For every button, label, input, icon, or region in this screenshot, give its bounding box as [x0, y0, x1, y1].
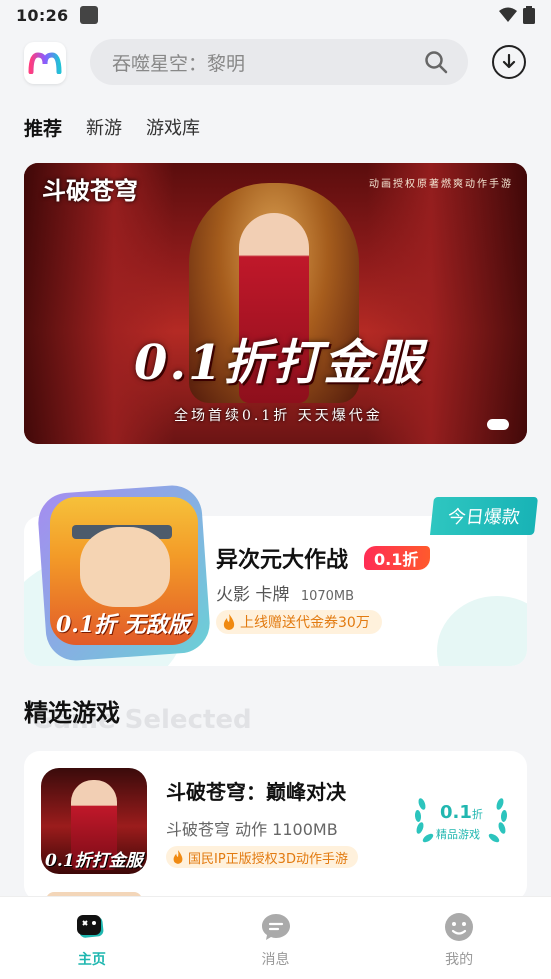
message-icon — [261, 914, 290, 940]
laurel-discount-unit: 折 — [471, 808, 483, 821]
game-promo-text: 国民IP正版授权3D动作手游 — [188, 851, 348, 867]
icon-face — [80, 527, 170, 607]
game-promo: 国民IP正版授权3D动作手游 — [166, 846, 358, 868]
quality-laurel-badge: 0.1折 精品游戏 — [412, 796, 510, 846]
download-icon — [502, 54, 516, 69]
nav-profile-label: 我的 — [445, 952, 474, 968]
flame-icon — [223, 614, 235, 630]
tab-new-games[interactable]: 新游 — [86, 114, 122, 141]
nav-profile[interactable]: 我的 — [367, 897, 551, 979]
app-logo[interactable] — [24, 42, 66, 84]
hot-today-badge: 今日爆款 — [430, 497, 538, 535]
featured-tag-list: 火影 卡牌 — [216, 585, 290, 605]
section-title: 精选游戏 — [24, 699, 120, 727]
status-time: 10:26 — [16, 5, 69, 25]
banner-headline: 0.1折打金服 — [134, 335, 424, 391]
featured-game-tags: 火影 卡牌 1070MB — [216, 580, 354, 605]
tab-recommend[interactable]: 推荐 — [24, 114, 62, 141]
search-icon[interactable] — [424, 50, 448, 74]
laurel-discount-value: 0.1 — [440, 802, 472, 823]
game-tags: 斗破苍穹 动作 1100MB — [166, 820, 338, 839]
home-gamepad-icon — [76, 915, 104, 938]
featured-promo: 上线赠送代金券30万 — [216, 610, 382, 634]
nav-messages[interactable]: 消息 — [184, 897, 368, 979]
flame-icon — [173, 850, 183, 864]
banner-curtain-right — [367, 163, 527, 444]
search-input[interactable]: 吞噬星空：黎明 — [90, 39, 468, 85]
notification-icon — [80, 6, 99, 24]
game-icon[interactable]: 0.1折打金服 — [41, 768, 147, 874]
download-button[interactable] — [492, 45, 526, 79]
bottom-nav: 主页 消息 我的 — [0, 896, 551, 979]
game-title[interactable]: 斗破苍穹：巅峰对决 — [166, 776, 346, 805]
top-bar: 吞噬星空：黎明 — [0, 38, 551, 88]
status-bar: 10:26 — [0, 0, 551, 30]
nav-home[interactable]: 主页 — [0, 897, 184, 979]
category-tabs: 推荐 新游 游戏库 — [24, 114, 200, 141]
laurel-label: 精品游戏 — [436, 828, 480, 841]
banner-tagline: 动画授权原著燃爽动作手游 — [369, 179, 513, 190]
nav-home-label: 主页 — [77, 952, 106, 968]
game-icon-caption: 0.1折打金服 — [45, 851, 143, 871]
discount-label: 0.1折 — [374, 550, 419, 569]
tab-game-library[interactable]: 游戏库 — [146, 114, 200, 141]
battery-icon — [523, 6, 535, 24]
banner-page-indicator — [487, 419, 509, 430]
promo-banner[interactable]: 斗破苍穹 动画授权原著燃爽动作手游 0.1折打金服 全场首续0.1折 天天爆代金 — [24, 163, 527, 444]
featured-size: 1070MB — [300, 589, 355, 604]
banner-game-logo: 斗破苍穹 — [42, 176, 138, 205]
wifi-icon — [499, 7, 517, 22]
nav-messages-label: 消息 — [261, 952, 290, 968]
profile-icon — [445, 913, 474, 941]
card-decor — [437, 596, 527, 666]
featured-game-title[interactable]: 异次元大作战 — [216, 542, 348, 574]
icon-caption: 0.1折 无敌版 — [56, 612, 190, 638]
banner-subline: 全场首续0.1折 天天爆代金 — [174, 408, 383, 424]
logo-m-icon — [28, 52, 62, 74]
discount-badge: 0.1折 — [364, 546, 431, 570]
laurel-discount: 0.1折 — [440, 802, 483, 823]
featured-promo-text: 上线赠送代金券30万 — [240, 615, 370, 631]
featured-game-icon[interactable]: 0.1折 无敌版 — [50, 497, 198, 645]
search-placeholder: 吞噬星空：黎明 — [112, 52, 246, 75]
